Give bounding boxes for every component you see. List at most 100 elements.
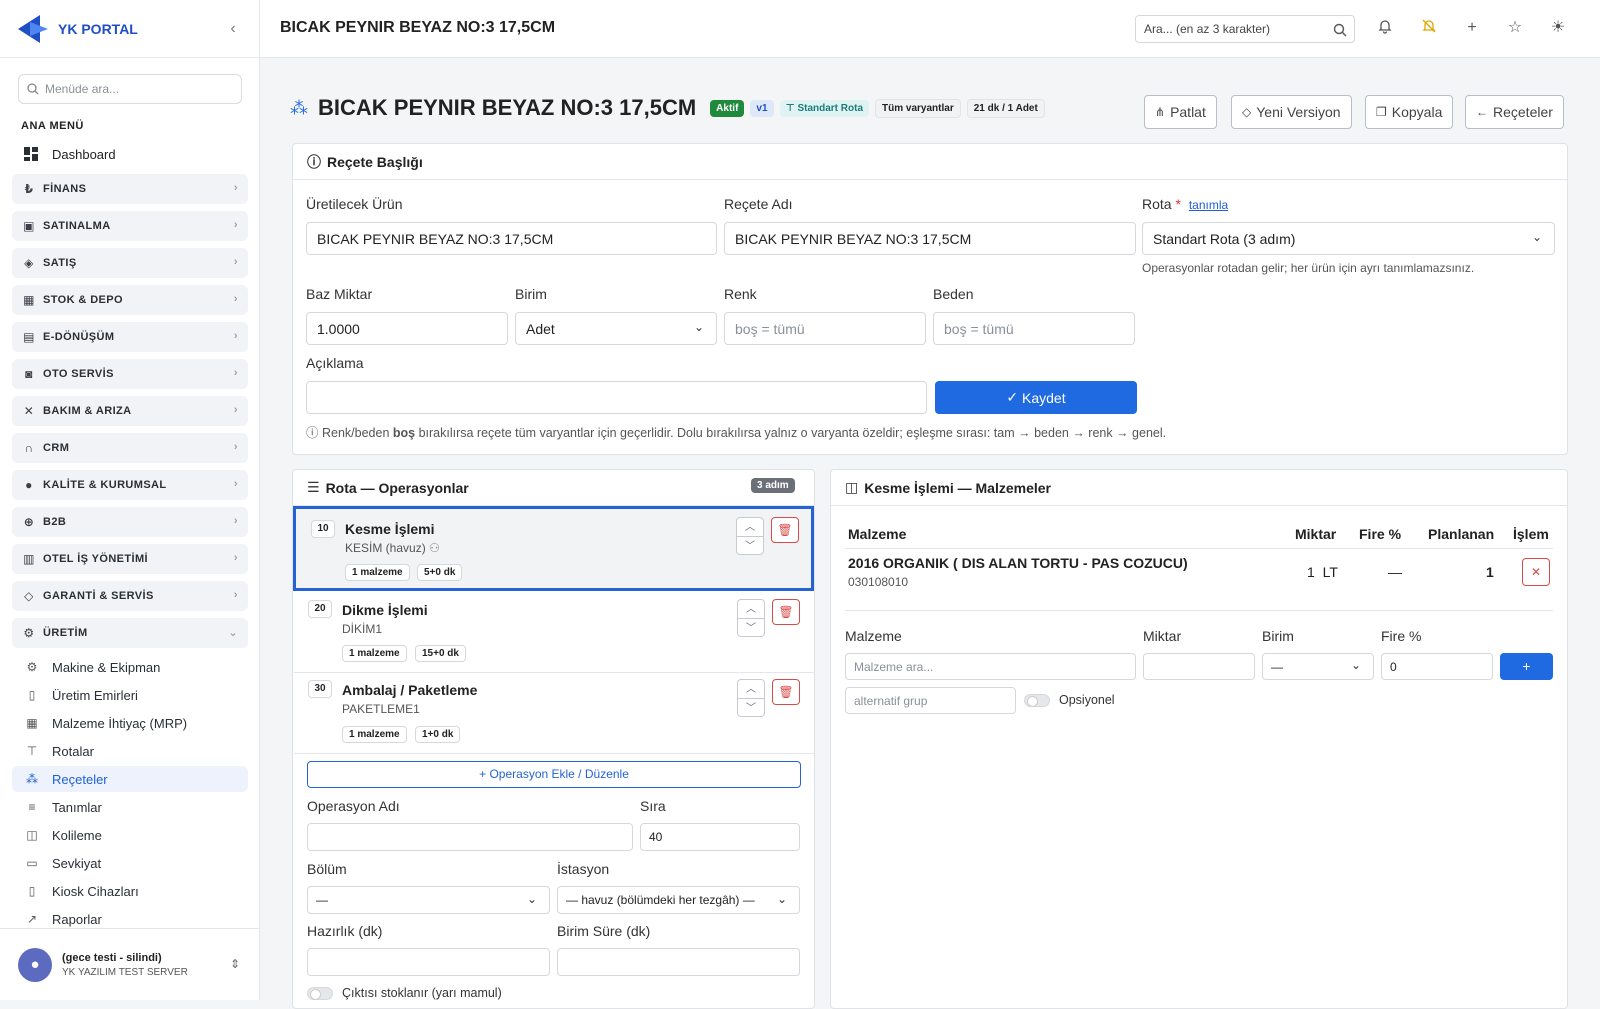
sequence-label: Sıra bbox=[640, 798, 666, 814]
sidebar-item-makine[interactable]: ⚙ Makine & Ekipman bbox=[12, 654, 248, 680]
info-icon: ⓘ bbox=[307, 153, 321, 170]
signpost-icon: ⊤ bbox=[26, 744, 38, 758]
sidebar-group-stok[interactable]: ▦ STOK & DEPO › bbox=[12, 285, 248, 315]
reorder-buttons: ︿ ﹀ bbox=[737, 599, 765, 637]
sidebar-item-uretim-emirleri[interactable]: ▯ Üretim Emirleri bbox=[12, 682, 248, 708]
sidebar-item-mrp[interactable]: ▦ Malzeme İhtiyaç (MRP) bbox=[12, 710, 248, 736]
sidebar-group-satinalma[interactable]: ▣ SATINALMA › bbox=[12, 211, 248, 241]
action-column-header: İşlem bbox=[1513, 526, 1549, 542]
group-label: SATIŞ bbox=[43, 257, 77, 269]
patlat-button[interactable]: ⋔ Patlat bbox=[1144, 95, 1217, 129]
delete-operation-button[interactable]: 🗑 bbox=[771, 517, 799, 543]
star-icon[interactable]: ☆ bbox=[1505, 18, 1525, 38]
sidebar-item-sevkiyat[interactable]: ▭ Sevkiyat bbox=[12, 850, 248, 876]
sidebar-item-rotalar[interactable]: ⊤ Rotalar bbox=[12, 738, 248, 764]
sidebar-group-bakim[interactable]: ✕ BAKIM & ARIZA › bbox=[12, 396, 248, 426]
unit-time-field[interactable] bbox=[557, 948, 800, 976]
route-select[interactable]: Standart Rota (3 adım) ⌄ bbox=[1142, 222, 1555, 255]
sidebar-item-kolileme[interactable]: ◫ Kolileme bbox=[12, 822, 248, 848]
optional-toggle[interactable] bbox=[1024, 694, 1050, 707]
operation-name-field[interactable] bbox=[307, 823, 633, 851]
remove-material-button[interactable]: ✕ bbox=[1522, 558, 1550, 586]
base-qty-label: Baz Miktar bbox=[306, 286, 373, 302]
sidebar-item-receteler[interactable]: ⁂ Reçeteler bbox=[12, 766, 248, 792]
stock-output-toggle[interactable] bbox=[307, 987, 333, 1000]
new-version-button[interactable]: ◇ Yeni Versiyon bbox=[1231, 95, 1352, 129]
alternative-group-input[interactable]: alternatif grup bbox=[845, 687, 1016, 714]
route-label: Rota * tanımla bbox=[1142, 196, 1228, 212]
time-pill: 5+0 dk bbox=[417, 564, 463, 581]
sidebar-group-satis[interactable]: ◈ SATIŞ › bbox=[12, 248, 248, 278]
sidebar-item-tanimlar[interactable]: ≡ Tanımlar bbox=[12, 794, 248, 820]
time-pill: 1+0 dk bbox=[415, 726, 461, 743]
fire-field[interactable]: 0 bbox=[1381, 653, 1493, 680]
chevron-down-icon: ⌄ bbox=[526, 892, 537, 906]
sidebar-group-b2b[interactable]: ⊕ B2B › bbox=[12, 507, 248, 537]
divider bbox=[845, 610, 1553, 611]
size-field[interactable]: boş = tümü bbox=[933, 312, 1135, 345]
move-up-button[interactable]: ︿ bbox=[738, 680, 764, 699]
define-route-link[interactable]: tanımla bbox=[1189, 198, 1228, 212]
plus-icon[interactable]: + bbox=[1462, 18, 1482, 38]
material-count-pill: 1 malzeme bbox=[345, 564, 410, 581]
move-up-button[interactable]: ︿ bbox=[738, 600, 764, 619]
user-menu[interactable]: ● (gece testi - silindi) YK YAZILIM TEST… bbox=[0, 928, 260, 1000]
sidebar-group-uretim[interactable]: ⚙ ÜRETİM ⌄ bbox=[12, 618, 248, 648]
station-select[interactable]: — havuz (bölümdeki her tezgâh) — ⌄ bbox=[557, 886, 800, 914]
operation-row[interactable]: 10 Kesme İşlemi KESİM (havuz) ⚇ 1 malzem… bbox=[293, 506, 814, 591]
move-down-button[interactable]: ﹀ bbox=[738, 699, 764, 718]
product-label: Üretilecek Ürün bbox=[306, 196, 403, 212]
recipe-name-field[interactable]: BICAK PEYNIR BEYAZ NO:3 17,5CM bbox=[724, 222, 1136, 255]
group-label: OTEL İŞ YÖNETİMİ bbox=[43, 553, 149, 565]
sidebar-group-finans[interactable]: ₺ FİNANS › bbox=[12, 174, 248, 204]
card-header: ⓘ Reçete Başlığı bbox=[293, 144, 1567, 180]
product-field[interactable]: BICAK PEYNIR BEYAZ NO:3 17,5CM bbox=[306, 222, 717, 255]
chevron-right-icon: › bbox=[233, 552, 238, 564]
back-to-recipes-button[interactable]: ← Reçeteler bbox=[1465, 95, 1564, 129]
copy-button[interactable]: ❐ Kopyala bbox=[1365, 95, 1454, 129]
sidebar-group-garanti[interactable]: ◇ GARANTİ & SERVİS › bbox=[12, 581, 248, 611]
prep-time-field[interactable] bbox=[307, 948, 550, 976]
sidebar-group-otel[interactable]: ▥ OTEL İŞ YÖNETİMİ › bbox=[12, 544, 248, 574]
bell-off-icon[interactable] bbox=[1419, 18, 1439, 38]
add-material-button[interactable]: + bbox=[1500, 653, 1553, 680]
color-field[interactable]: boş = tümü bbox=[724, 312, 926, 345]
sidebar-group-edonusum[interactable]: ▤ E-DÖNÜŞÜM › bbox=[12, 322, 248, 352]
material-search-input[interactable]: Malzeme ara... bbox=[845, 653, 1136, 680]
material-unit-select[interactable]: — ⌄ bbox=[1262, 653, 1374, 680]
global-search-input[interactable]: Ara... (en az 3 karakter) bbox=[1135, 15, 1355, 43]
bell-icon[interactable] bbox=[1375, 18, 1395, 38]
sequence-field[interactable]: 40 bbox=[640, 823, 800, 851]
move-down-button[interactable]: ﹀ bbox=[737, 537, 763, 556]
materials-card: ◫ Kesme İşlemi — Malzemeler bbox=[830, 469, 1568, 1009]
operation-row[interactable]: 20 Dikme İşlemi DİKİM1 1 malzeme 15+0 dk… bbox=[294, 592, 814, 673]
sidebar-item-dashboard[interactable]: Dashboard bbox=[12, 141, 248, 167]
menu-search-input[interactable]: Menüde ara... bbox=[18, 74, 242, 104]
truck-icon: ▭ bbox=[26, 856, 38, 870]
unit-select[interactable]: Adet ⌄ bbox=[515, 312, 717, 345]
move-up-button[interactable]: ︿ bbox=[737, 518, 763, 537]
recipe-title: BICAK PEYNIR BEYAZ NO:3 17,5CM bbox=[318, 95, 697, 120]
delete-operation-button[interactable]: 🗑 bbox=[772, 599, 800, 625]
sidebar-item-kiosk[interactable]: ▯ Kiosk Cihazları bbox=[12, 878, 248, 904]
chevron-right-icon: › bbox=[233, 589, 238, 601]
optional-label: Opsiyonel bbox=[1059, 693, 1115, 707]
add-operation-button[interactable]: + Operasyon Ekle / Düzenle bbox=[307, 761, 801, 788]
sidebar-group-kalite[interactable]: ● KALİTE & KURUMSAL › bbox=[12, 470, 248, 500]
save-button[interactable]: ✓ Kaydet bbox=[935, 381, 1137, 414]
explode-icon: ⋔ bbox=[1155, 105, 1166, 119]
delete-operation-button[interactable]: 🗑 bbox=[772, 679, 800, 705]
department-select[interactable]: — ⌄ bbox=[307, 886, 550, 914]
hierarchy-icon: ⁂ bbox=[26, 772, 38, 786]
move-down-button[interactable]: ﹀ bbox=[738, 619, 764, 638]
sidebar-group-oto-servis[interactable]: ◙ OTO SERVİS › bbox=[12, 359, 248, 389]
description-field[interactable] bbox=[306, 381, 927, 414]
base-qty-field[interactable]: 1.0000 bbox=[306, 312, 508, 345]
group-label: KALİTE & KURUMSAL bbox=[43, 479, 167, 491]
sidebar-group-crm[interactable]: ∩ CRM › bbox=[12, 433, 248, 463]
operation-name: Ambalaj / Paketleme bbox=[342, 682, 478, 698]
quantity-field[interactable] bbox=[1143, 653, 1255, 680]
sun-icon[interactable]: ☀ bbox=[1548, 18, 1568, 38]
collapse-sidebar-icon[interactable]: ‹ bbox=[224, 20, 242, 38]
operation-row[interactable]: 30 Ambalaj / Paketleme PAKETLEME1 1 malz… bbox=[294, 674, 814, 754]
